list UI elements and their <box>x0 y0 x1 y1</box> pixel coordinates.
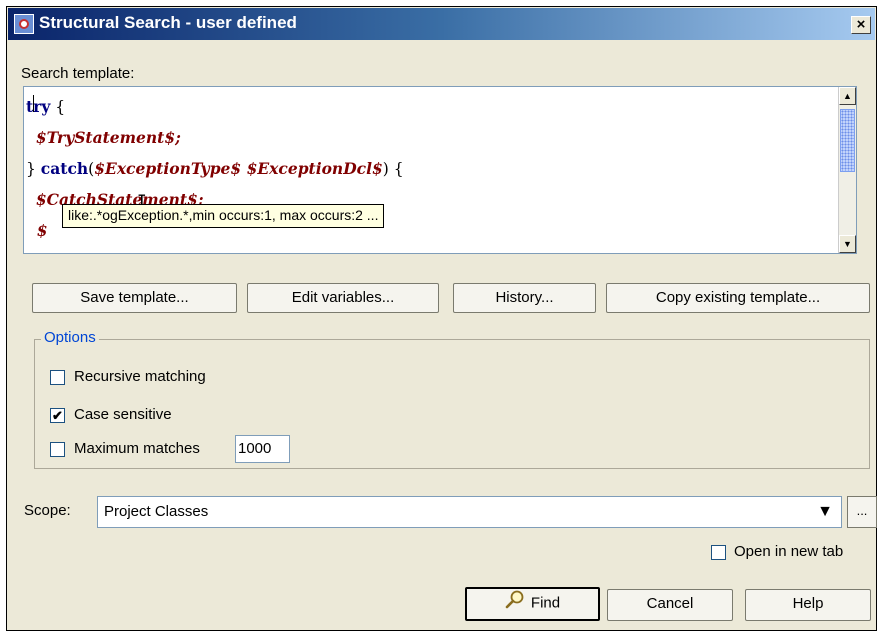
code-line[interactable]: } <box>24 246 836 253</box>
variable-tooltip: like:.*ogException.*,min occurs:1, max o… <box>62 204 385 228</box>
case-sensitive-checkbox[interactable]: ✔ <box>50 408 65 423</box>
code-text: { <box>50 98 66 116</box>
app-icon <box>14 14 34 34</box>
close-button[interactable]: × <box>851 16 871 34</box>
scroll-down-button[interactable]: ▼ <box>839 235 856 253</box>
code-line[interactable]: $TryStatement$; <box>24 122 836 153</box>
window-title: Structural Search - user defined <box>39 13 297 32</box>
code-line[interactable]: try { <box>24 91 836 122</box>
scope-dropdown[interactable]: Project Classes ▼ <box>97 496 842 528</box>
code-text: ) { <box>382 160 404 178</box>
code-text: } <box>26 252 36 253</box>
code-variable: $ <box>26 221 48 240</box>
code-line[interactable]: } catch($ExceptionType$ $ExceptionDcl$) … <box>24 153 836 184</box>
maximum-matches-checkbox[interactable] <box>50 442 65 457</box>
chevron-down-icon[interactable]: ▼ <box>817 503 833 521</box>
magnifier-icon <box>505 589 525 618</box>
find-button[interactable]: Find <box>465 587 600 621</box>
save-template-button[interactable]: Save template... <box>32 283 237 313</box>
recursive-matching-label[interactable]: Recursive matching <box>74 368 206 385</box>
maximum-matches-label[interactable]: Maximum matches <box>74 440 200 457</box>
scope-label: Scope: <box>24 502 71 519</box>
edit-variables-button[interactable]: Edit variables... <box>247 283 439 313</box>
maximum-matches-input[interactable]: 1000 <box>235 435 290 463</box>
title-bar[interactable]: Structural Search - user defined × <box>8 8 875 40</box>
copy-existing-template-button[interactable]: Copy existing template... <box>606 283 870 313</box>
search-template-label: Search template: <box>21 65 135 82</box>
code-keyword: catch <box>40 159 89 178</box>
code-keyword: try <box>26 97 51 116</box>
text-caret <box>33 95 34 112</box>
code-variable: $TryStatement$; <box>35 128 181 147</box>
open-in-new-tab-checkbox[interactable] <box>711 545 726 560</box>
recursive-matching-checkbox[interactable] <box>50 370 65 385</box>
help-button[interactable]: Help <box>745 589 871 621</box>
scroll-up-button[interactable]: ▲ <box>839 87 856 105</box>
code-area[interactable]: try { $TryStatement$; } catch($ExceptionT… <box>24 91 836 253</box>
code-variable: $ExceptionType$ $ExceptionDcl$ <box>94 159 383 178</box>
options-legend: Options <box>41 329 99 346</box>
scrollbar-thumb[interactable] <box>840 109 855 172</box>
scope-more-button[interactable]: ... <box>847 496 877 528</box>
history-button[interactable]: History... <box>453 283 596 313</box>
case-sensitive-label[interactable]: Case sensitive <box>74 406 172 423</box>
editor-scrollbar[interactable]: ▲ ▼ <box>838 87 856 253</box>
open-in-new-tab-label[interactable]: Open in new tab <box>734 543 843 560</box>
find-button-label: Find <box>530 594 561 612</box>
search-template-editor[interactable]: try { $TryStatement$; } catch($ExceptionT… <box>23 86 857 254</box>
scope-selected-value: Project Classes <box>104 503 209 520</box>
structural-search-dialog: Structural Search - user defined × Searc… <box>6 6 877 631</box>
cancel-button[interactable]: Cancel <box>607 589 733 621</box>
code-text: } <box>26 160 41 178</box>
